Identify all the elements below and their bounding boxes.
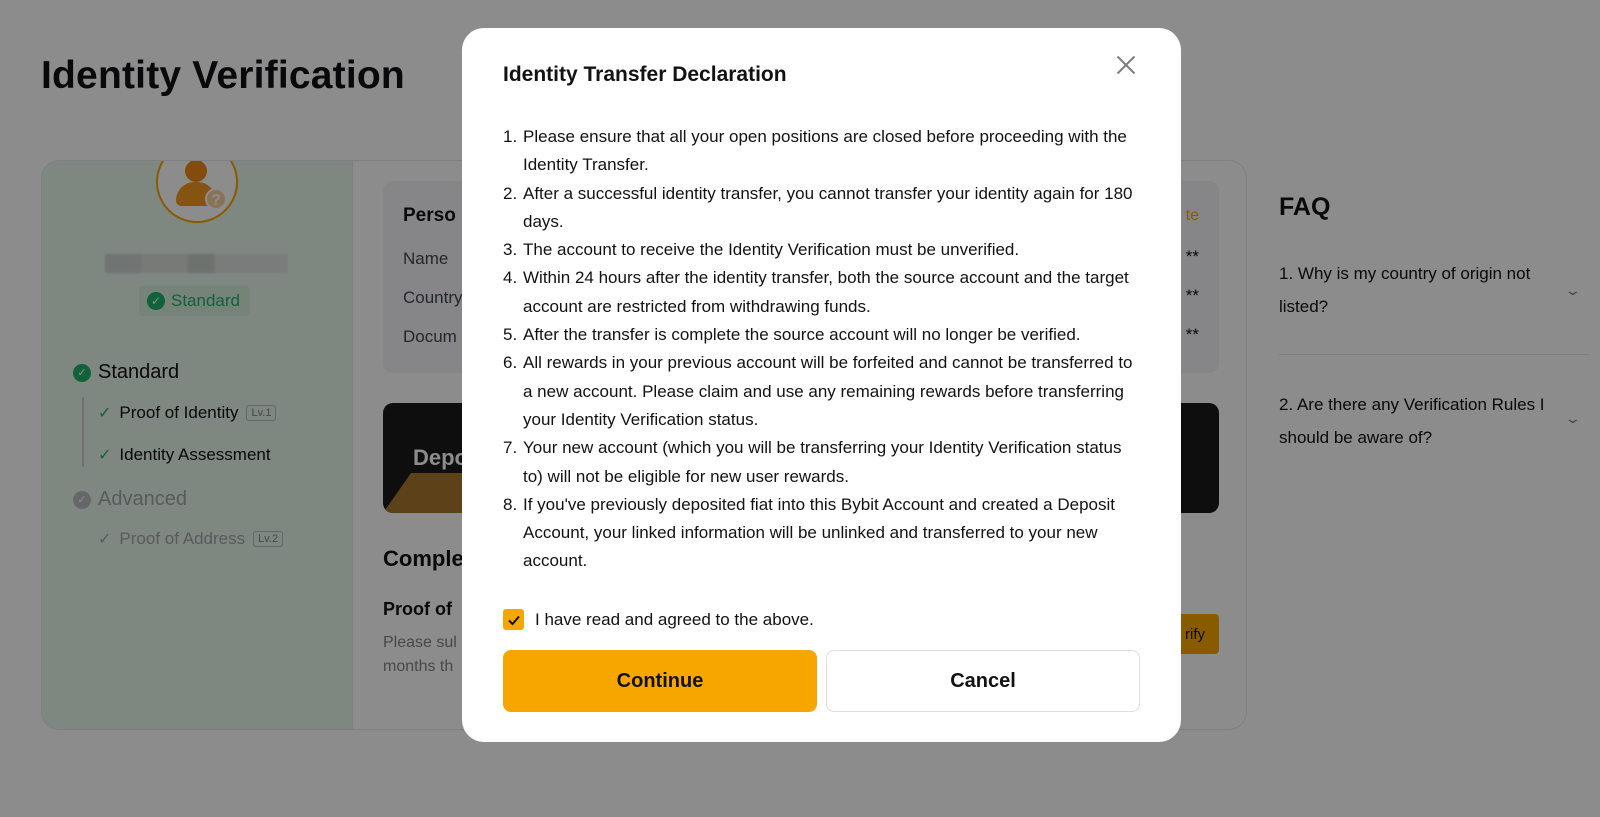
declaration-item: 7. Your new account (which you will be tr… [503,434,1143,491]
declaration-item: 4. Within 24 hours after the identity tra… [503,264,1143,321]
item-number: 2. [503,183,518,203]
item-number: 1. [503,127,518,146]
item-number: 7. [503,438,518,458]
item-text: After a successful identity transfer, yo… [523,183,1133,231]
agree-checkbox[interactable] [503,609,524,630]
item-number: 8. [503,494,518,514]
checkmark-icon [507,615,520,625]
item-number: 6. [503,353,518,373]
item-text: After the transfer is complete the sourc… [523,325,1081,345]
item-text: If you've previously deposited fiat into… [523,494,1115,571]
agree-row[interactable]: I have read and agreed to the above. [503,609,814,630]
cancel-button[interactable]: Cancel [826,650,1140,712]
item-text: All rewards in your previous account wil… [523,353,1133,429]
identity-transfer-modal: Identity Transfer Declaration 1. Please e… [462,28,1181,742]
item-text: Your new account (which you will be tran… [523,438,1122,486]
modal-title: Identity Transfer Declaration [503,63,787,86]
declaration-item: 3. The account to receive the Identity Ve… [503,236,1143,264]
close-icon[interactable] [1113,52,1139,78]
agree-label[interactable]: I have read and agreed to the above. [535,610,814,630]
item-number: 3. [503,240,518,260]
declaration-item: 5. After the transfer is complete the sou… [503,321,1143,349]
declaration-item: 6. All rewards in your previous account w… [503,349,1143,434]
item-number: 5. [503,325,518,345]
declaration-item: 2. After a successful identity transfer, … [503,180,1143,237]
declaration-item: 8. If you've previously deposited fiat in… [503,491,1143,576]
item-text: The account to receive the Identity Veri… [523,240,1020,260]
declaration-item: 1. Please ensure that all your open posit… [503,123,1143,180]
item-number: 4. [503,268,518,288]
item-text: Please ensure that all your open positio… [523,127,1127,175]
declaration-list: 1. Please ensure that all your open posit… [503,123,1143,576]
continue-button[interactable]: Continue [503,650,817,712]
item-text: Within 24 hours after the identity trans… [523,268,1129,316]
